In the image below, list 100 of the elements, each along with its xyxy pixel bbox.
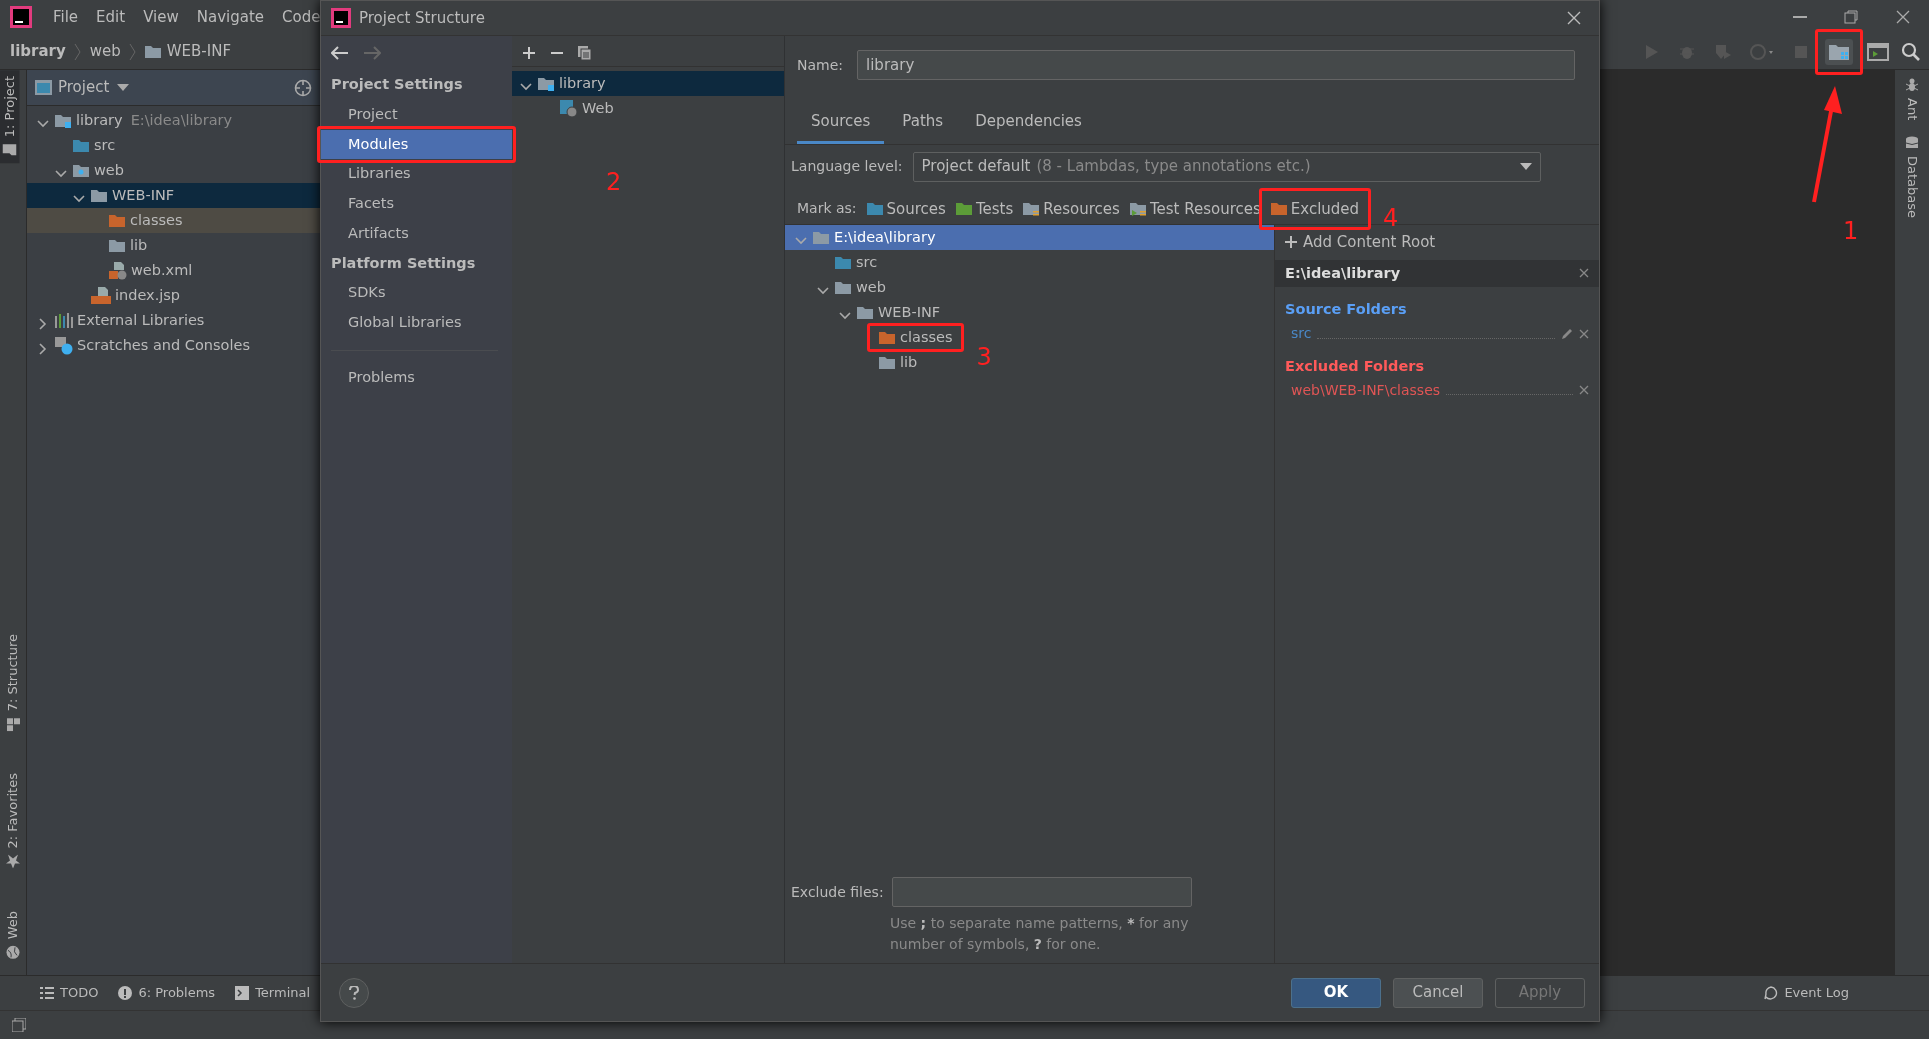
- remove-button[interactable]: [1579, 328, 1589, 339]
- tool-window-tab[interactable]: 6: Problems: [118, 983, 216, 1003]
- xml-file-icon: [109, 261, 127, 280]
- folder-icon: [1270, 201, 1288, 217]
- tool-window-tab[interactable]: Ant: [1902, 70, 1922, 129]
- path-text: E:\idea\library: [130, 110, 233, 130]
- exclamation-icon: [118, 986, 133, 1000]
- tree-item[interactable]: web: [27, 158, 320, 183]
- menu-item[interactable]: Code: [273, 5, 330, 29]
- sidebar-item[interactable]: SDKs: [321, 278, 512, 308]
- tree-item[interactable]: lib: [27, 233, 320, 258]
- back-button[interactable]: [331, 46, 349, 60]
- folder-icon: [1023, 201, 1041, 217]
- panel-title-dropdown[interactable]: Project: [58, 76, 130, 99]
- tree-item[interactable]: web: [785, 275, 892, 300]
- tree-item[interactable]: library E:\idea\library: [27, 108, 320, 133]
- breadcrumb-item[interactable]: WEB-INF: [140, 40, 236, 63]
- language-level-dropdown[interactable]: Project default (8 - Lambdas, type annotations etc.): [912, 151, 1541, 182]
- name-field[interactable]: library: [857, 50, 1576, 80]
- help-button[interactable]: [339, 977, 369, 1008]
- mark-as-button[interactable]: Tests: [955, 197, 1014, 220]
- sidebar-item[interactable]: Project: [321, 99, 512, 130]
- terminal-icon: [235, 986, 250, 1000]
- folder-path[interactable]: web\WEB-INF\classes: [1291, 379, 1441, 401]
- tree-item[interactable]: External Libraries: [27, 308, 320, 333]
- project-structure-button[interactable]: [1825, 38, 1853, 65]
- tool-window-tab[interactable]: Terminal: [235, 983, 311, 1003]
- add-button[interactable]: [522, 46, 536, 60]
- search-button[interactable]: [1901, 41, 1921, 62]
- tool-window-tab[interactable]: Web: [0, 904, 26, 965]
- sidebar-item[interactable]: Libraries: [321, 159, 512, 189]
- dialog-button[interactable]: Cancel: [1393, 977, 1483, 1008]
- folder-icon: [109, 238, 126, 253]
- tree-item[interactable]: Scratches and Consoles: [27, 333, 320, 358]
- tool-window-tab[interactable]: 7: Structure: [0, 627, 26, 738]
- tree-item[interactable]: index.jsp: [27, 283, 320, 308]
- structure-icon: [6, 717, 20, 732]
- mark-as-button[interactable]: Sources: [866, 197, 946, 220]
- windows-icon: [12, 1018, 26, 1032]
- web-facet-icon: [560, 99, 578, 118]
- tree-item[interactable]: classes: [27, 208, 320, 233]
- copy-icon: [578, 46, 592, 60]
- folder-icon: [835, 255, 852, 270]
- folder-icon: [55, 113, 72, 128]
- tree-item[interactable]: classes: [785, 325, 959, 350]
- field-label: Language level:: [791, 157, 903, 176]
- sidebar-item[interactable]: Problems: [321, 362, 512, 393]
- menu-item[interactable]: Navigate: [187, 5, 274, 29]
- mark-as-button[interactable]: Test Resources: [1129, 197, 1261, 220]
- tree-item[interactable]: WEB-INF: [27, 183, 320, 208]
- sidebar-item[interactable]: Global Libraries: [321, 308, 512, 338]
- tree-item[interactable]: src: [785, 250, 884, 275]
- window-restore-button[interactable]: [1843, 9, 1859, 25]
- pencil-icon: [1561, 327, 1573, 340]
- speech-bubble-icon: [1764, 986, 1779, 1000]
- tool-window-tab[interactable]: Database: [1902, 128, 1922, 227]
- event-log-button[interactable]: Event Log: [1764, 983, 1849, 1003]
- tree-item[interactable]: web.xml: [27, 258, 320, 283]
- clock-icon: [1750, 42, 1774, 61]
- mark-as-button[interactable]: Excluded: [1270, 197, 1360, 220]
- tab[interactable]: Sources: [797, 104, 885, 144]
- close-icon: [1579, 268, 1589, 279]
- tree-item[interactable]: E:\idea\library: [785, 225, 1274, 250]
- copy-button[interactable]: [578, 46, 592, 60]
- tree-item[interactable]: library: [512, 71, 784, 96]
- shield-run-icon: [1714, 42, 1732, 61]
- remove-button[interactable]: [1579, 268, 1589, 279]
- menu-item[interactable]: View: [134, 5, 188, 29]
- tool-window-tab[interactable]: 2: Favorites: [0, 767, 26, 875]
- breadcrumb-item[interactable]: web: [85, 40, 125, 63]
- folder-icon: [73, 163, 90, 178]
- tool-window-tab[interactable]: 1: Project: [0, 70, 20, 164]
- window-close-button[interactable]: [1895, 9, 1911, 25]
- tree-item[interactable]: Web: [512, 96, 784, 121]
- sidebar-item[interactable]: Facets: [321, 189, 512, 219]
- breadcrumb-separator-icon: [128, 42, 137, 61]
- menu-item[interactable]: Edit: [87, 5, 135, 29]
- forward-button[interactable]: [363, 46, 381, 60]
- breadcrumb-item[interactable]: library: [6, 40, 70, 63]
- dialog-button[interactable]: OK: [1291, 977, 1381, 1008]
- sidebar-item[interactable]: Artifacts: [321, 218, 512, 249]
- tree-item[interactable]: WEB-INF: [785, 300, 947, 325]
- exclude-files-field[interactable]: [891, 877, 1192, 907]
- toolbar-button[interactable]: [1867, 41, 1889, 62]
- tree-item[interactable]: lib: [785, 350, 924, 375]
- edit-button[interactable]: [1561, 327, 1573, 340]
- mark-as-button[interactable]: Resources: [1023, 197, 1120, 220]
- folder-icon: [879, 355, 896, 370]
- arrow-right-icon: [363, 46, 381, 60]
- menu-item[interactable]: File: [44, 5, 88, 29]
- section-header: Platform Settings: [330, 253, 477, 273]
- folder-path[interactable]: src: [1291, 323, 1312, 344]
- sidebar-item[interactable]: Modules: [321, 129, 512, 160]
- tree-item[interactable]: src: [27, 133, 320, 158]
- highlight-frame: [1815, 28, 1863, 75]
- close-button[interactable]: [1567, 11, 1581, 25]
- remove-button[interactable]: [1579, 385, 1589, 396]
- tab[interactable]: Paths: [888, 104, 958, 144]
- tab[interactable]: Dependencies: [961, 104, 1096, 144]
- tool-window-tab[interactable]: TODO: [40, 983, 99, 1003]
